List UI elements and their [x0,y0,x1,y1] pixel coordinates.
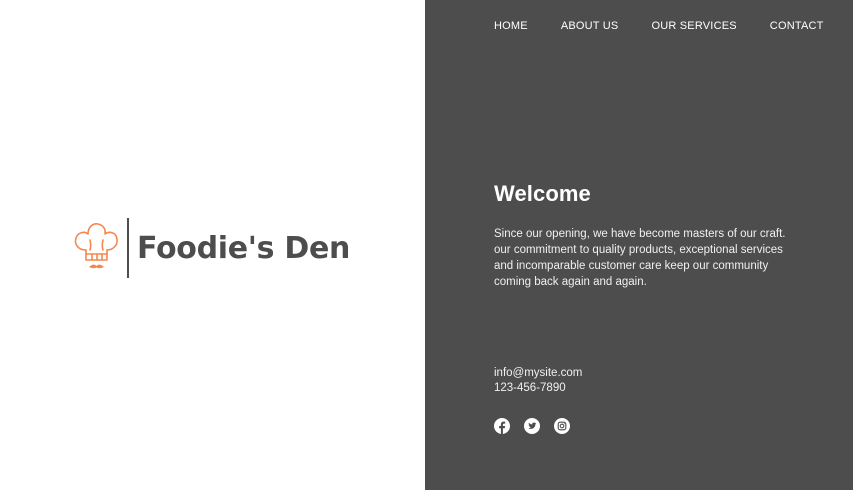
main-nav: HOME ABOUT US OUR SERVICES CONTACT [494,20,824,32]
chef-hat-icon [74,223,118,269]
brand-name: Foodie's Den [137,230,351,266]
contact-info: info@mysite.com 123-456-7890 [494,366,582,396]
nav-our-services[interactable]: OUR SERVICES [651,20,736,32]
instagram-icon[interactable] [554,418,570,434]
email-link[interactable]: info@mysite.com [494,366,582,381]
welcome-heading: Welcome [494,181,591,206]
welcome-paragraph: Since our opening, we have become master… [494,228,786,288]
logo-panel: Foodie's Den [0,0,425,490]
nav-home[interactable]: HOME [494,20,528,32]
phone-number: 123-456-7890 [494,382,566,394]
content-panel: HOME ABOUT US OUR SERVICES CONTACT Welco… [425,0,853,490]
page: Foodie's Den HOME ABOUT US OUR SERVICES … [0,0,853,490]
nav-about-us[interactable]: ABOUT US [561,20,619,32]
facebook-icon[interactable] [494,418,510,434]
nav-contact[interactable]: CONTACT [770,20,824,32]
twitter-icon[interactable] [524,418,540,434]
logo-divider [127,218,129,278]
site-logo[interactable]: Foodie's Den [72,218,350,278]
social-links [494,418,570,434]
